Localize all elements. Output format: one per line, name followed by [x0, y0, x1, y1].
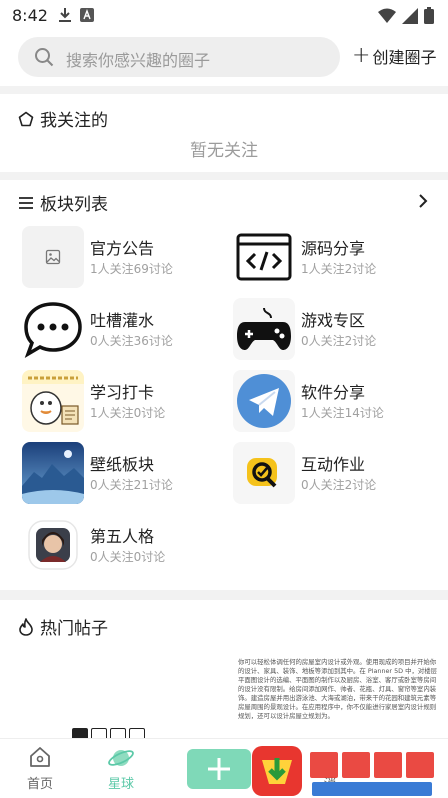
hot-section: 热门帖子 你可以轻松体调任何的房屋室内设计或外观。使用现成的项目并开始你的设计、… [0, 600, 448, 740]
chevron-right-icon[interactable] [418, 193, 428, 212]
empty-follow-text: 暂无关注 [190, 141, 258, 161]
board-item-study[interactable]: 学习打卡 1人关注0讨论 [22, 370, 222, 432]
board-item-name: 学习打卡 [90, 383, 155, 402]
tab-planet-label: 星球 [107, 777, 134, 792]
follow-section-title: 我关注的 [18, 106, 108, 131]
board-title-text: 板块列表 [40, 195, 108, 215]
board-item-wallpaper[interactable]: 壁纸板块 0人关注21讨论 [22, 442, 222, 504]
paper-plane-icon [233, 370, 295, 432]
board-item-name: 互动作业 [301, 455, 366, 474]
plus-icon: + [352, 43, 371, 68]
follow-title-text: 我关注的 [40, 111, 108, 131]
wallpaper-icon [22, 442, 84, 504]
board-item-source-code[interactable]: 源码分享 1人关注2讨论 [233, 226, 433, 288]
board-item-homework[interactable]: 互动作业 0人关注2讨论 [233, 442, 433, 504]
follow-section: 我关注的 暂无关注 [0, 94, 448, 172]
study-sticker-icon [22, 370, 84, 432]
board-item-stat: 0人关注21讨论 [90, 478, 173, 492]
game-character-icon [22, 514, 84, 576]
code-icon [233, 226, 295, 288]
board-item-stat: 0人关注0讨论 [90, 550, 166, 564]
wifi-icon [378, 8, 396, 28]
plus-icon [208, 758, 230, 780]
download-icon [58, 7, 72, 27]
hot-title-text: 热门帖子 [40, 619, 108, 639]
tab-planet[interactable]: 星球 [91, 745, 151, 792]
planet-icon [91, 745, 151, 771]
create-circle-label: 创建圈子 [372, 48, 437, 67]
board-item-stat: 1人关注0讨论 [90, 406, 166, 420]
status-bar: 8:42 [0, 0, 448, 32]
tab-home-label: 首页 [26, 777, 53, 792]
gamepad-icon [233, 298, 295, 360]
board-item-stat: 1人关注69讨论 [90, 262, 173, 276]
top-bar: 搜索你感兴趣的圈子 + 创建圈子 [0, 32, 448, 86]
board-item-games[interactable]: 游戏专区 0人关注2讨论 [233, 298, 433, 360]
search-icon [34, 47, 54, 71]
watermark-logo [252, 744, 448, 798]
board-item-stat: 0人关注36讨论 [90, 334, 173, 348]
board-item-name: 官方公告 [90, 239, 155, 258]
board-item-stat: 1人关注14讨论 [301, 406, 384, 420]
create-circle-button[interactable]: + 创建圈子 [352, 44, 436, 68]
pentagon-icon [18, 111, 34, 127]
status-time: 8:42 [12, 6, 48, 25]
board-item-stat: 0人关注2讨论 [301, 478, 377, 492]
search-placeholder: 搜索你感兴趣的圈子 [66, 51, 211, 70]
board-item-stat: 0人关注2讨论 [301, 334, 377, 348]
board-item-name: 游戏专区 [301, 311, 366, 330]
board-item-name: 吐槽灌水 [90, 311, 155, 330]
board-item-name: 第五人格 [90, 527, 155, 546]
board-item-name: 软件分享 [301, 383, 366, 402]
image-placeholder-icon [22, 226, 84, 288]
board-item-official[interactable]: 官方公告 1人关注69讨论 [22, 226, 222, 288]
tab-home[interactable]: 首页 [10, 745, 70, 792]
board-section-title: 板块列表 [18, 190, 108, 215]
board-section: 板块列表 官方公告 1人关注69讨论 源码分享 1人关注2讨论 吐槽灌水 0人关… [0, 180, 448, 590]
chat-bubble-icon [22, 298, 84, 360]
hot-section-title: 热门帖子 [18, 614, 108, 639]
menu-icon [18, 196, 34, 210]
homework-icon [233, 442, 295, 504]
post-preview-text[interactable]: 你可以轻松体调任何的房屋室内设计或外观。使用现成的项目并开始你的设计、家具、装饰… [238, 658, 438, 721]
search-input[interactable]: 搜索你感兴趣的圈子 [18, 37, 340, 77]
signal-icon [402, 7, 418, 28]
board-item-identity-v[interactable]: 第五人格 0人关注0讨论 [22, 514, 222, 576]
add-post-button[interactable] [187, 749, 251, 789]
board-item-name: 源码分享 [301, 239, 366, 258]
board-item-chat[interactable]: 吐槽灌水 0人关注36讨论 [22, 298, 222, 360]
board-item-name: 壁纸板块 [90, 455, 155, 474]
notification-a-icon [80, 7, 94, 27]
board-item-software[interactable]: 软件分享 1人关注14讨论 [233, 370, 433, 432]
board-item-stat: 1人关注2讨论 [301, 262, 377, 276]
home-icon [10, 745, 70, 771]
flame-icon [18, 617, 34, 636]
battery-icon [424, 7, 434, 28]
